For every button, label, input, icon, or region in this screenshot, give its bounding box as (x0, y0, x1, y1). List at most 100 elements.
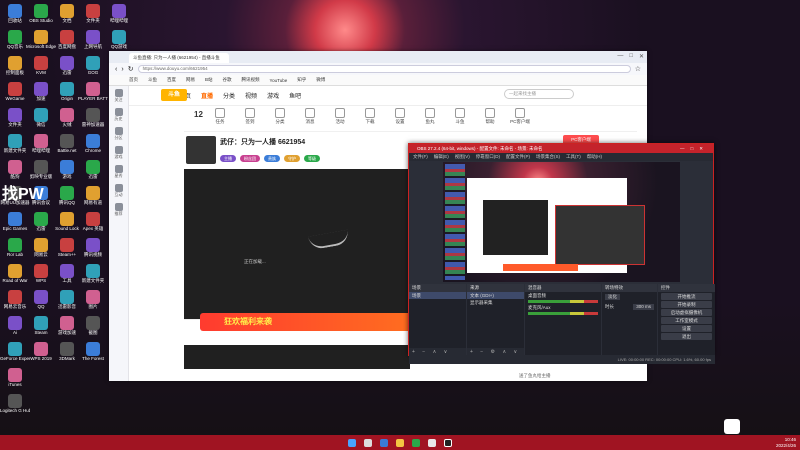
desktop-shortcut[interactable]: 网易云音乐 (2, 290, 28, 315)
category-item[interactable]: 设置 (388, 108, 412, 131)
obs-preview[interactable] (443, 162, 680, 282)
desktop-shortcut[interactable]: Ror Lab (2, 238, 28, 263)
back-icon[interactable]: ‹ (115, 66, 117, 73)
system-tray[interactable]: 10:46 2022/4/26 (776, 437, 796, 448)
desktop-shortcut[interactable]: Apex 英雄 (80, 212, 106, 237)
obs-control-button[interactable]: 开始录制 (661, 301, 712, 308)
desktop-shortcut[interactable]: WeGame (2, 82, 28, 107)
nav-item[interactable]: 视频 (245, 91, 257, 100)
desktop-shortcut[interactable]: 新建文件夹 (80, 264, 106, 289)
desktop-shortcut[interactable]: PLAYER BATTLEGROUNDS (78, 82, 108, 107)
desktop-shortcut[interactable]: 加速 (28, 82, 54, 107)
bookmark-item[interactable]: 谷歌 (223, 77, 232, 83)
desktop-shortcut[interactable]: 控制面板 (2, 56, 28, 81)
category-item[interactable]: 消息 (298, 108, 322, 131)
desktop-shortcut[interactable]: 腾讯QQ (54, 186, 80, 211)
browser-icon[interactable] (428, 438, 436, 447)
desktop-shortcut[interactable]: KVM (28, 56, 54, 81)
desktop-shortcut[interactable]: Microsoft Edge (26, 30, 56, 55)
obs-menu-item[interactable]: 文件(F) (413, 153, 428, 161)
obs-icon[interactable] (444, 438, 452, 447)
desktop-shortcut[interactable]: 哔哩哔哩 (106, 4, 132, 29)
obs-control-button[interactable]: 设置 (661, 325, 712, 332)
desktop-shortcut[interactable]: QQ (28, 290, 54, 315)
desktop-shortcut[interactable]: 游戏 (54, 160, 80, 185)
star-icon[interactable]: ☆ (635, 65, 641, 73)
close-icon[interactable]: ✕ (639, 53, 644, 60)
mascot-icon[interactable] (724, 419, 740, 434)
anchor-avatar[interactable] (186, 136, 216, 164)
desktop-shortcut[interactable]: OBS Studio (28, 4, 54, 29)
search-input[interactable]: 一起来找主播 (504, 89, 574, 99)
refresh-icon[interactable]: ↻ (128, 65, 134, 73)
bookmark-item[interactable]: 微博 (316, 77, 325, 83)
desktop-shortcut[interactable]: Logitech G Hub (0, 394, 30, 419)
category-item[interactable]: 任务 (208, 108, 232, 131)
desktop-shortcut[interactable]: GOG (80, 56, 106, 81)
desktop-shortcut[interactable]: 新建文件夹 (2, 134, 28, 159)
transition-select[interactable]: 淡化 (605, 294, 620, 300)
desktop-shortcut[interactable]: iTunes (2, 368, 28, 393)
desktop-shortcut[interactable]: 迅雷 (28, 212, 54, 237)
desktop-shortcut[interactable]: Ai (2, 316, 28, 341)
duration-input[interactable]: 300 ms (633, 304, 654, 310)
category-item[interactable]: 下载 (358, 108, 382, 131)
desktop-shortcut[interactable]: 文件夹 (2, 108, 28, 133)
sidebar-item[interactable]: 分区 (113, 127, 124, 143)
obs-menu-item[interactable]: 场景集合(S) (536, 153, 560, 161)
sidebar-item[interactable]: 关注 (113, 89, 124, 105)
desktop-shortcut[interactable]: GeForce Experience (0, 342, 30, 367)
obs-control-button[interactable]: 工作室模式 (661, 317, 712, 324)
nav-item[interactable]: 鱼吧 (289, 91, 301, 100)
sidebar-item[interactable]: 星秀 (113, 165, 124, 181)
obs-menu-item[interactable]: 编辑(E) (434, 153, 449, 161)
site-logo[interactable]: 斗鱼 (161, 89, 187, 101)
desktop-shortcut[interactable]: 哔哩哔哩 (28, 134, 54, 159)
desktop-shortcut[interactable]: Road of War (2, 264, 28, 289)
desktop-shortcut[interactable]: Battle.net (54, 134, 80, 159)
desktop-shortcut[interactable]: 雷神加速器 (80, 108, 106, 133)
category-item[interactable]: 活动 (328, 108, 352, 131)
desktop-shortcut[interactable]: 截图 (80, 316, 106, 341)
bookmark-item[interactable]: 百度 (167, 77, 176, 83)
desktop-shortcut[interactable]: Steam++ (54, 238, 80, 263)
obs-menu-item[interactable]: 视图(V) (455, 153, 470, 161)
sidebar-item[interactable]: 互动 (113, 184, 124, 200)
address-bar[interactable]: https://www.douyu.com/6621954 (137, 65, 631, 73)
desktop-shortcut[interactable]: 网易云 (28, 238, 54, 263)
bookmark-item[interactable]: YouTube (270, 78, 288, 83)
forward-icon[interactable]: › (121, 66, 123, 73)
desktop-shortcut[interactable]: QQ音乐 (2, 30, 28, 55)
category-item[interactable]: 鱼丸 (418, 108, 442, 131)
desktop-shortcut[interactable]: 迅雷 (54, 56, 80, 81)
obs-window-controls[interactable]: —□✕ (680, 144, 709, 153)
desktop-shortcut[interactable]: 迅雷 (80, 160, 106, 185)
volume-meter[interactable] (528, 312, 598, 315)
obs-control-button[interactable]: 启动虚拟摄像机 (661, 309, 712, 316)
category-item[interactable]: 签到 (238, 108, 262, 131)
obs-control-button[interactable]: 开始推流 (661, 293, 712, 300)
desktop-shortcut[interactable]: WPS 2019 (28, 342, 54, 367)
desktop-shortcut[interactable]: 游戏加速 (54, 316, 80, 341)
desktop-shortcut[interactable]: Steam (28, 316, 54, 341)
desktop-shortcut[interactable]: 腾讯视频 (80, 238, 106, 263)
bookmark-item[interactable]: 腾讯视频 (242, 77, 260, 83)
source-item[interactable]: 文本 (GDI+) (467, 292, 524, 299)
bookmark-item[interactable]: 斗鱼 (148, 77, 157, 83)
browser-tab[interactable]: 斗鱼直播: 只为一人播 (6621954) - 直播斗鱼 (129, 53, 229, 63)
nav-item[interactable]: 分类 (223, 91, 235, 100)
search-icon[interactable] (364, 438, 372, 447)
category-item[interactable]: 分类 (268, 108, 292, 131)
bookmark-item[interactable]: 知乎 (297, 77, 306, 83)
scene-item[interactable]: 场景 (409, 292, 466, 299)
sidebar-item[interactable]: 推荐 (113, 203, 124, 219)
desktop-shortcut[interactable]: 微信 (28, 108, 54, 133)
desktop-shortcut[interactable]: 工具 (54, 264, 80, 289)
desktop-shortcut[interactable]: 文档 (54, 4, 80, 29)
desktop-shortcut[interactable]: 迅雷影音 (54, 290, 80, 315)
category-item[interactable]: 帮助 (478, 108, 502, 131)
desktop-shortcut[interactable]: WPS (28, 264, 54, 289)
desktop-shortcut[interactable]: 回收站 (2, 4, 28, 29)
obs-menu-item[interactable]: 配置文件(P) (506, 153, 530, 161)
desktop-shortcut[interactable]: 文件夹 (80, 4, 106, 29)
